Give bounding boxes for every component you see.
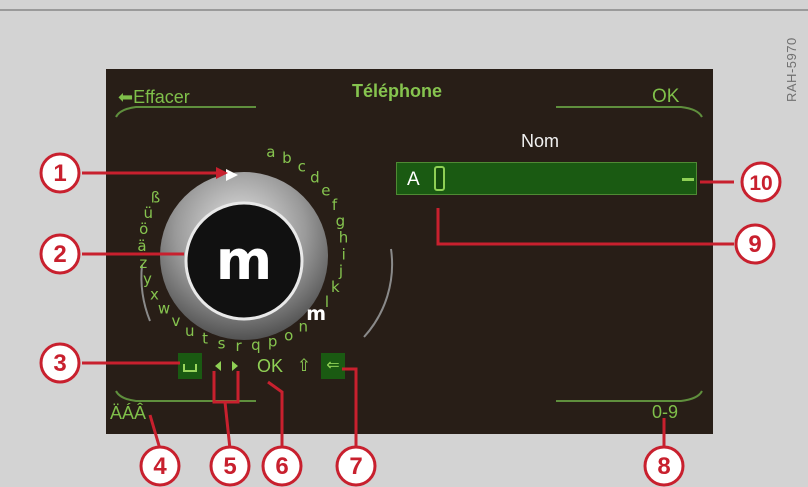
callout-number-9: 9 [748, 231, 761, 258]
callout-number-6: 6 [275, 453, 288, 480]
callout-layer: 1 2 3 4 5 6 7 8 9 10 [39, 152, 782, 487]
callout-number-1: 1 [53, 160, 66, 187]
callout-number-7: 7 [349, 453, 362, 480]
callout-number-4: 4 [153, 453, 167, 480]
callout-number-8: 8 [657, 453, 670, 480]
callout-number-5: 5 [223, 453, 236, 480]
callout-number-3: 3 [53, 350, 66, 377]
callout-number-10: 10 [749, 172, 772, 195]
callout-number-2: 2 [53, 241, 66, 268]
